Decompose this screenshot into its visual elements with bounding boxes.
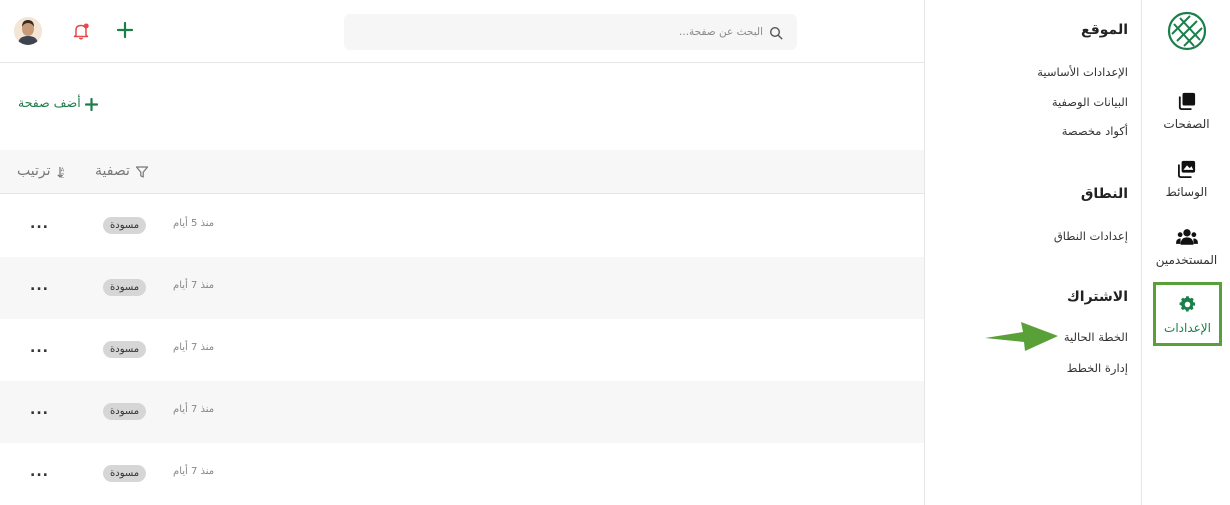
row-timestamp: منذ 7 أيام [173,342,215,353]
svg-text:Z: Z [60,174,64,180]
media-icon [1176,158,1198,180]
search-input[interactable]: البحث عن صفحة... [344,14,797,50]
row-timestamp: منذ 7 أيام [173,404,215,415]
nav-item-pages[interactable]: الصفحات [1142,80,1230,140]
section-title-site: الموقع [1081,22,1128,38]
top-header: البحث عن صفحة... [0,0,924,63]
link-custom-code[interactable]: أكواد مخصصة [1062,124,1128,138]
pages-icon [1176,90,1198,112]
status-badge: مسودة [103,403,147,420]
search-placeholder: البحث عن صفحة... [679,26,763,38]
search-icon [769,25,783,40]
nav-label-media: الوسائط [1165,184,1208,199]
gear-icon [1177,294,1199,316]
table-row[interactable]: ... مسودة منذ 7 أيام [0,319,924,381]
status-badge: مسودة [103,465,147,482]
nav-label-settings: الإعدادات [1164,320,1211,335]
table-row[interactable]: ... مسودة منذ 7 أيام [0,257,924,319]
more-options-icon[interactable]: ... [30,341,49,355]
link-current-plan[interactable]: الخطة الحالية [1064,330,1128,344]
more-options-icon[interactable]: ... [30,465,49,479]
nav-label-pages: الصفحات [1163,116,1210,131]
avatar[interactable] [14,17,42,45]
filter-button[interactable]: تصفية [95,163,149,179]
link-domain-settings[interactable]: إعدادات النطاق [1054,229,1128,243]
more-options-icon[interactable]: ... [30,279,49,293]
section-title-domain: النطاق [1080,186,1128,202]
users-icon [1175,226,1198,248]
sort-button[interactable]: AZ ترتيب [17,163,70,180]
list-toolbar: تصفية AZ ترتيب [0,150,924,194]
notification-bell-icon[interactable] [72,22,90,40]
row-timestamp: منذ 7 أيام [173,466,215,477]
main-nav: الصفحات الوسائط المستخدمين الإعدادات [1141,0,1230,505]
table-row[interactable]: ... مسودة منذ 7 أيام [0,381,924,443]
more-options-icon[interactable]: ... [30,217,49,231]
status-badge: مسودة [103,279,147,296]
row-timestamp: منذ 5 أيام [173,218,215,229]
table-row[interactable]: ... مسودة منذ 7 أيام [0,443,924,505]
link-metadata[interactable]: البيانات الوصفية [1052,95,1128,109]
sort-icon: AZ [56,164,70,180]
nav-label-users: المستخدمين [1155,252,1218,267]
nav-item-users[interactable]: المستخدمين [1142,216,1230,276]
logo-icon[interactable] [1166,10,1208,52]
nav-item-media[interactable]: الوسائط [1142,148,1230,208]
sort-label: ترتيب [17,163,51,179]
settings-panel: الموقع الإعدادات الأساسية البيانات الوصف… [924,0,1141,505]
link-manage-plans[interactable]: إدارة الخطط [1067,361,1128,375]
more-options-icon[interactable]: ... [30,403,49,417]
table-row[interactable]: ... مسودة منذ 5 أيام [0,195,924,257]
add-icon[interactable] [116,21,134,39]
link-basic-settings[interactable]: الإعدادات الأساسية [1037,65,1128,79]
row-timestamp: منذ 7 أيام [173,280,215,291]
nav-item-settings[interactable]: الإعدادات [1153,282,1222,346]
filter-icon [135,164,149,178]
plus-icon [84,96,98,112]
status-badge: مسودة [103,341,147,358]
add-page-label: أضف صفحة [18,95,81,110]
add-page-button[interactable]: أضف صفحة [18,95,98,112]
status-badge: مسودة [103,217,147,234]
filter-label: تصفية [95,163,130,179]
section-title-subscription: الاشتراك [1066,289,1128,305]
arrow-icon [985,318,1060,354]
